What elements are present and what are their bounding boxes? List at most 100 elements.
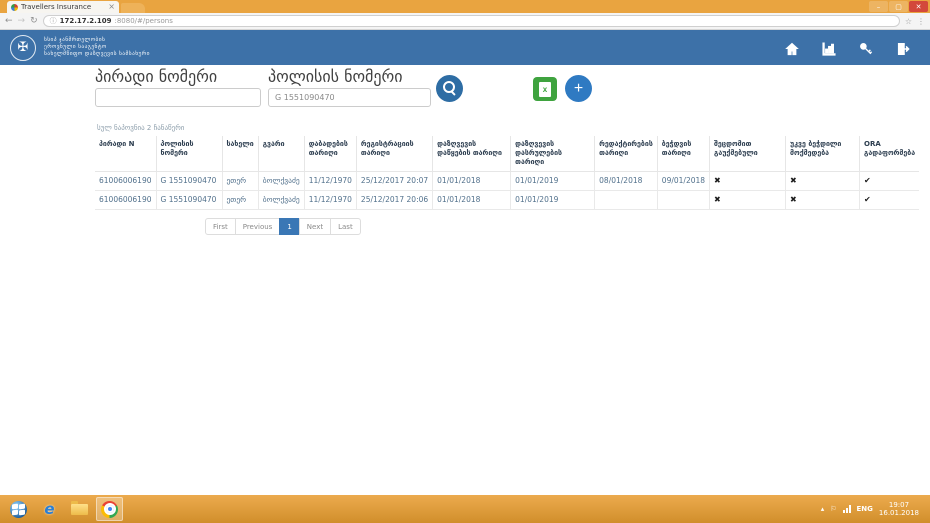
table-cell: 01/01/2019: [511, 172, 595, 191]
pagination-item-next[interactable]: Next: [299, 218, 331, 235]
table-cell: 09/01/2018: [657, 172, 709, 191]
internet-explorer-icon: e: [44, 500, 54, 518]
network-icon[interactable]: [843, 505, 851, 513]
search-button[interactable]: [436, 75, 463, 102]
header-actions: [785, 41, 910, 55]
pagination-item-first[interactable]: First: [205, 218, 236, 235]
table-cell: ბოლქვაძე: [258, 172, 304, 191]
org-emblem-icon: ✠: [18, 40, 29, 55]
windows-logo-icon: [10, 501, 27, 518]
table-header-cell: ORA გადაფორმება: [860, 136, 920, 172]
start-button[interactable]: [3, 497, 33, 521]
clock-date: 16.01.2018: [879, 509, 919, 517]
tab-close-icon[interactable]: ×: [108, 3, 115, 11]
folder-icon: [71, 504, 88, 515]
chart-icon[interactable]: [822, 41, 836, 55]
table-cell: ეთერ: [222, 172, 258, 191]
table-cell: ✔: [860, 172, 920, 191]
results-summary: სულ ნაპოვნია 2 ჩანაწერი: [97, 124, 184, 132]
pagination: FirstPrevious1NextLast: [205, 218, 361, 235]
table-cell: ✔: [860, 191, 920, 210]
info-icon[interactable]: ⓘ: [50, 16, 57, 26]
export-excel-button[interactable]: x: [533, 77, 557, 101]
taskbar-ie-button[interactable]: e: [36, 497, 63, 521]
pagination-item-previous[interactable]: Previous: [235, 218, 281, 235]
table-cell: [595, 191, 658, 210]
table-cell: ეთერ: [222, 191, 258, 210]
window-minimize-button[interactable]: –: [869, 1, 888, 12]
language-indicator[interactable]: ENG: [857, 505, 873, 513]
table-header-cell: რედაქტირების თარიღი: [595, 136, 658, 172]
table-header-cell: დაბადების თარიღი: [304, 136, 356, 172]
plus-icon: +: [574, 81, 583, 97]
logout-icon[interactable]: [896, 41, 910, 55]
table-cell: ბოლქვაძე: [258, 191, 304, 210]
table-row[interactable]: 61006006190G 1551090470ეთერბოლქვაძე11/12…: [95, 172, 919, 191]
taskbar-chrome-button[interactable]: [96, 497, 123, 521]
new-tab-button[interactable]: [121, 3, 145, 13]
table-header-cell: შეცდომით გაუქმებული: [710, 136, 786, 172]
chrome-icon: [101, 501, 118, 518]
org-name: სსიპ ჯანმრთელობის ეროვნული სააგენტო სახე…: [44, 37, 150, 58]
pagination-item-last[interactable]: Last: [330, 218, 361, 235]
browser-tab-strip: Travellers Insurance × – ▢ ✕: [0, 0, 930, 13]
table-header-cell: რეგისტრაციის თარიღი: [356, 136, 432, 172]
table-cell: 01/01/2018: [433, 191, 511, 210]
table-header-cell: დაზღვევის დასრულების თარიღი: [511, 136, 595, 172]
browser-menu-icon[interactable]: ⋮: [917, 17, 925, 26]
table-cell: 11/12/1970: [304, 191, 356, 210]
taskbar-explorer-button[interactable]: [66, 497, 93, 521]
table-cell: ✖: [786, 172, 860, 191]
key-icon[interactable]: [859, 41, 873, 55]
excel-icon: x: [539, 82, 551, 97]
table-cell: G 1551090470: [156, 172, 222, 191]
table-cell: 25/12/2017 20:06: [356, 191, 432, 210]
table-cell: 08/01/2018: [595, 172, 658, 191]
table-cell: 01/01/2019: [511, 191, 595, 210]
table-cell: ✖: [710, 191, 786, 210]
org-name-line3: სახელმწიფო დაზღვევის სამსახური: [44, 51, 150, 58]
refresh-icon[interactable]: ↻: [30, 16, 38, 26]
policy-number-label: პოლისის ნომერი: [268, 67, 403, 86]
personal-number-input[interactable]: [95, 88, 261, 107]
table-cell: 01/01/2018: [433, 172, 511, 191]
table-header-cell: დაზღვევის დაწყების თარიღი: [433, 136, 511, 172]
table-cell: ✖: [710, 172, 786, 191]
pagination-item-1[interactable]: 1: [279, 218, 299, 235]
table-header-row: პირადი Nპოლისის ნომერისახელიგვარიდაბადებ…: [95, 136, 919, 172]
table-cell: 25/12/2017 20:07: [356, 172, 432, 191]
browser-toolbar: ← → ↻ ⓘ 172.17.2.109 :8080/#/persons ☆ ⋮: [0, 13, 930, 30]
add-record-button[interactable]: +: [565, 75, 592, 102]
window-maximize-button[interactable]: ▢: [889, 1, 908, 12]
policy-number-input[interactable]: [268, 88, 431, 107]
back-icon[interactable]: ←: [5, 16, 13, 26]
table-cell: G 1551090470: [156, 191, 222, 210]
table-cell: 11/12/1970: [304, 172, 356, 191]
table-header-cell: პირადი N: [95, 136, 156, 172]
action-center-icon[interactable]: ⚐: [830, 505, 836, 513]
address-bar[interactable]: ⓘ 172.17.2.109 :8080/#/persons: [43, 15, 900, 27]
table-header-cell: უკვე ბეჭდილი მოქმედება: [786, 136, 860, 172]
tab-title: Travellers Insurance: [21, 3, 105, 11]
home-icon[interactable]: [785, 41, 799, 55]
clock-time: 19:07: [879, 501, 919, 509]
table-header-cell: გვარი: [258, 136, 304, 172]
window-controls: – ▢ ✕: [869, 1, 928, 12]
table-cell: ✖: [786, 191, 860, 210]
bookmark-star-icon[interactable]: ☆: [905, 17, 912, 26]
org-logo: ✠: [10, 35, 36, 61]
window-close-button[interactable]: ✕: [909, 1, 928, 12]
app-header: ✠ სსიპ ჯანმრთელობის ეროვნული სააგენტო სა…: [0, 30, 930, 65]
personal-number-label: პირადი ნომერი: [95, 67, 217, 86]
tray-expand-icon[interactable]: ▴: [821, 505, 825, 513]
url-host: 172.17.2.109: [60, 17, 112, 25]
taskbar-clock[interactable]: 19:07 16.01.2018: [879, 501, 922, 517]
results-table: პირადი Nპოლისის ნომერისახელიგვარიდაბადებ…: [95, 136, 919, 210]
table-row[interactable]: 61006006190G 1551090470ეთერბოლქვაძე11/12…: [95, 191, 919, 210]
table-header-cell: პოლისის ნომერი: [156, 136, 222, 172]
system-tray: ▴ ⚐ ENG 19:07 16.01.2018: [821, 501, 927, 517]
url-path: :8080/#/persons: [114, 17, 172, 25]
org-name-line1: სსიპ ჯანმრთელობის: [44, 37, 150, 44]
forward-icon[interactable]: →: [18, 16, 26, 26]
browser-tab[interactable]: Travellers Insurance ×: [7, 1, 119, 13]
